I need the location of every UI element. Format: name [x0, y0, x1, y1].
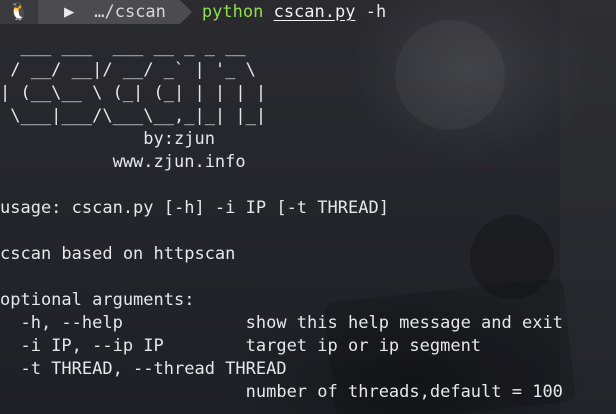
current-directory: …/cscan [94, 2, 166, 22]
ascii-banner-line: ___ ___ ___ __ _ _ __ [0, 37, 267, 57]
terminal-window[interactable]: 🐧 ▶ …/cscan python cscan.py -h ___ ___ _… [0, 0, 616, 414]
command-file: cscan.py [273, 2, 356, 22]
command-program: python [201, 2, 264, 22]
command-line[interactable]: python cscan.py -h [202, 2, 386, 22]
thread-argument-line: -t THREAD, --thread THREAD [0, 359, 287, 379]
powerline-separator-icon [179, 0, 192, 24]
author-credit: by:zjun [0, 129, 215, 149]
help-argument-line: -h, --help show this help message and ex… [0, 313, 563, 333]
thread-argument-description: number of threads,default = 100 [0, 382, 563, 402]
terminal-output: ___ ___ ___ __ _ _ __ / __/ __|/ __/ _` … [0, 36, 563, 404]
ascii-banner-line: / __/ __|/ __/ _` | '_ \ [0, 60, 267, 80]
prompt-os-segment: 🐧 [0, 0, 38, 24]
linux-penguin-icon: 🐧 [8, 2, 30, 22]
command-args: -h [365, 2, 387, 22]
optional-arguments-header: optional arguments: [0, 290, 195, 310]
shell-prompt: 🐧 ▶ …/cscan python cscan.py -h [0, 0, 386, 24]
ip-argument-line: -i IP, --ip IP target ip or ip segment [0, 336, 482, 356]
prompt-directory-segment: ▶ …/cscan [38, 0, 180, 24]
ascii-banner-line: | (__\__ \ (_| (_| | | | | [0, 83, 267, 103]
ascii-banner-line: \___|___/\___\__,_|_| |_| [0, 106, 267, 126]
wallpaper-shape [560, 0, 616, 414]
author-website: www.zjun.info [0, 152, 246, 172]
usage-line: usage: cscan.py [-h] -i IP [-t THREAD] [0, 198, 389, 218]
folder-arrow-icon: ▶ [64, 2, 75, 22]
description-line: cscan based on httpscan [0, 244, 236, 264]
